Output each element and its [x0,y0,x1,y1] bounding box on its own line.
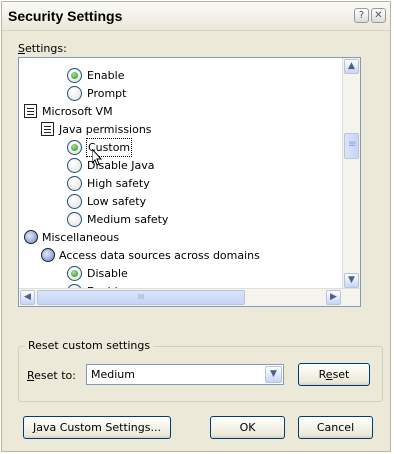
tree-item-label: Microsoft VM [42,105,113,118]
close-button[interactable]: ✕ [371,8,386,23]
radio-unchecked-icon[interactable] [67,86,82,101]
radio-checked-icon[interactable] [67,140,82,155]
scroll-left-button[interactable]: ◀ [20,290,35,305]
mouse-cursor-icon [92,149,102,166]
vertical-scrollbar[interactable]: ▲ ≡ ▼ [342,58,360,289]
dialog-title: Security Settings [8,8,123,24]
ok-button[interactable]: OK [210,416,285,439]
tree-item-label: Low safety [87,195,147,208]
radio-checked-icon[interactable] [67,266,82,281]
scroll-right-button[interactable]: ▶ [326,290,341,305]
scroll-up-button[interactable]: ▲ [344,59,359,74]
horizontal-scrollbar[interactable]: ◀ III ▶ [19,288,360,306]
settings-label: Settings: [18,42,67,55]
vertical-scroll-thumb[interactable]: ≡ [344,133,359,159]
tree-item-label: Disable [87,267,128,280]
java-custom-settings-button[interactable]: Java Custom Settings... [23,416,171,439]
globe-icon [41,248,55,262]
reset-group-title: Reset custom settings [25,339,154,352]
reset-level-value: Medium [91,368,135,381]
thumb-grip: ≡ [348,139,357,150]
tree-item-label: High safety [87,177,150,190]
tree-item-label: Access data sources across domains [59,249,260,262]
title-bar: Security Settings ? ✕ [2,2,390,31]
settings-tree[interactable]: Enable Prompt Microsoft VM Java permissions… [18,57,361,307]
globe-icon [24,230,38,244]
reset-to-label: Reset to: [27,369,76,382]
reset-button[interactable]: Reset [298,363,370,386]
tree-item-label: Enable [87,69,125,82]
radio-checked-icon[interactable] [67,68,82,83]
tree-item-label: Miscellaneous [42,231,120,244]
settings-doc-icon [24,104,37,118]
cancel-button[interactable]: Cancel [298,416,373,439]
radio-unchecked-icon[interactable] [67,194,82,209]
scroll-down-button[interactable]: ▼ [344,273,359,288]
tree-item-label: Java permissions [59,123,152,136]
settings-doc-icon [41,122,54,136]
tree-item-label: Prompt [87,87,127,100]
horizontal-scroll-thumb[interactable]: III [37,290,245,305]
tree-item-label: Medium safety [87,213,169,226]
reset-level-select[interactable]: Medium ▼ [86,364,284,385]
radio-unchecked-icon[interactable] [67,158,82,173]
chevron-down-icon[interactable]: ▼ [265,366,282,383]
help-button[interactable]: ? [354,8,369,23]
radio-unchecked-icon[interactable] [67,176,82,191]
security-settings-dialog: Security Settings ? ✕ Settings: Enable Pr… [1,1,391,452]
radio-unchecked-icon[interactable] [67,212,82,227]
